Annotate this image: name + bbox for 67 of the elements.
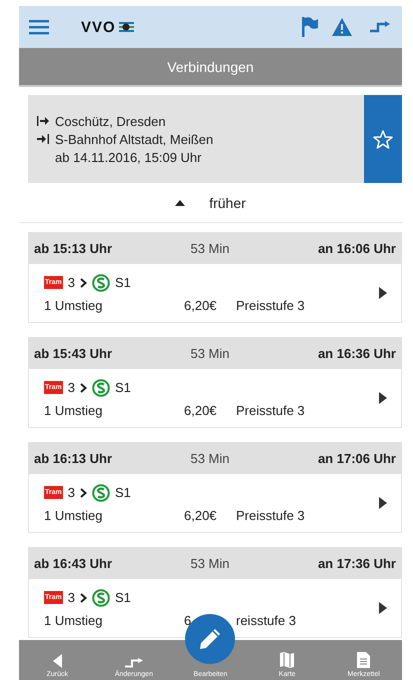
menu-icon[interactable]: [29, 19, 49, 35]
page-title: Verbindungen: [167, 58, 254, 74]
price-text: 6,20€: [184, 402, 218, 418]
flag-icon[interactable]: [302, 17, 318, 37]
map-icon: [280, 652, 294, 668]
line-number: 3: [68, 275, 75, 290]
line-number: 3: [68, 590, 75, 605]
sbahn-icon: [92, 588, 110, 606]
arrival-time: an 17:06 Uhr: [318, 451, 396, 466]
changes-text: 1 Umstieg: [44, 298, 104, 312]
departure-time: ab 15:43 Uhr: [34, 346, 112, 361]
line-number: 3: [68, 380, 75, 395]
pencil-icon: [198, 627, 222, 651]
arrival-icon: [37, 134, 49, 144]
departure-time-text: ab 14.11.2016, 15:09 Uhr: [55, 150, 202, 164]
changes-text: 1 Umstieg: [44, 508, 104, 522]
caret-up-icon: [175, 200, 186, 206]
fare-level-text: Preisstufe 3: [236, 298, 305, 312]
departure-icon: [37, 116, 49, 126]
line-number: S1: [114, 380, 131, 395]
warning-icon[interactable]: [332, 18, 352, 36]
document-icon: [357, 652, 370, 668]
play-arrow-icon: [379, 497, 387, 509]
edit-fab-button[interactable]: [185, 614, 235, 664]
chevron-icon: [80, 592, 87, 602]
price-text: 6,20€: [184, 298, 218, 312]
duration-text: 53 Min: [190, 451, 230, 466]
play-arrow-icon: [379, 602, 387, 614]
line-number: S1: [114, 590, 131, 605]
lines-logo-icon: [118, 22, 134, 32]
departure-time: ab 15:13 Uhr: [34, 241, 112, 256]
price-text: 6: [184, 612, 192, 628]
arrival-time: an 16:06 Uhr: [318, 241, 396, 256]
fare-level-text: Preisstufe 3: [236, 402, 305, 418]
play-arrow-icon: [379, 392, 387, 404]
changes-text: 1 Umstieg: [44, 402, 104, 418]
duration-text: 53 Min: [190, 241, 230, 256]
fare-level-text: reisstufe 3: [236, 612, 296, 628]
line-number: S1: [114, 275, 131, 290]
duration-text: 53 Min: [190, 556, 230, 571]
departure-time: ab 16:13 Uhr: [34, 451, 112, 466]
sbahn-icon: [92, 274, 110, 292]
chevron-icon: [80, 488, 87, 498]
favorite-button[interactable]: [364, 95, 402, 183]
line-number: S1: [114, 485, 131, 500]
star-icon: [373, 130, 393, 148]
chevron-icon: [80, 382, 87, 392]
price-text: 6,20€: [184, 508, 218, 522]
earlier-button[interactable]: früher: [171, 193, 250, 213]
origin-text: Coschütz, Dresden: [55, 114, 166, 128]
line-number: 3: [68, 485, 75, 500]
changes-text: 1 Umstieg: [44, 612, 104, 628]
play-arrow-icon: [379, 287, 387, 299]
sbahn-icon: [92, 378, 110, 396]
back-arrow-icon: [52, 654, 62, 668]
fare-level-text: Preisstufe 3: [236, 508, 305, 522]
arrival-time: an 16:36 Uhr: [318, 346, 396, 361]
route-icon[interactable]: [370, 21, 390, 33]
route-icon: [124, 658, 143, 668]
chevron-icon: [80, 278, 87, 288]
query-card[interactable]: Coschütz, Dresden S-Bahnhof Altstadt, Meißen ab 14.11.2016, 15:09 Uhr: [28, 95, 364, 183]
destination-text: S-Bahnhof Altstadt, Meißen: [55, 132, 214, 146]
departure-time: ab 16:43 Uhr: [34, 556, 112, 571]
logo-text: VVO: [81, 18, 116, 36]
duration-text: 53 Min: [190, 346, 230, 361]
arrival-time: an 17:36 Uhr: [318, 556, 396, 571]
sbahn-icon: [92, 484, 110, 502]
